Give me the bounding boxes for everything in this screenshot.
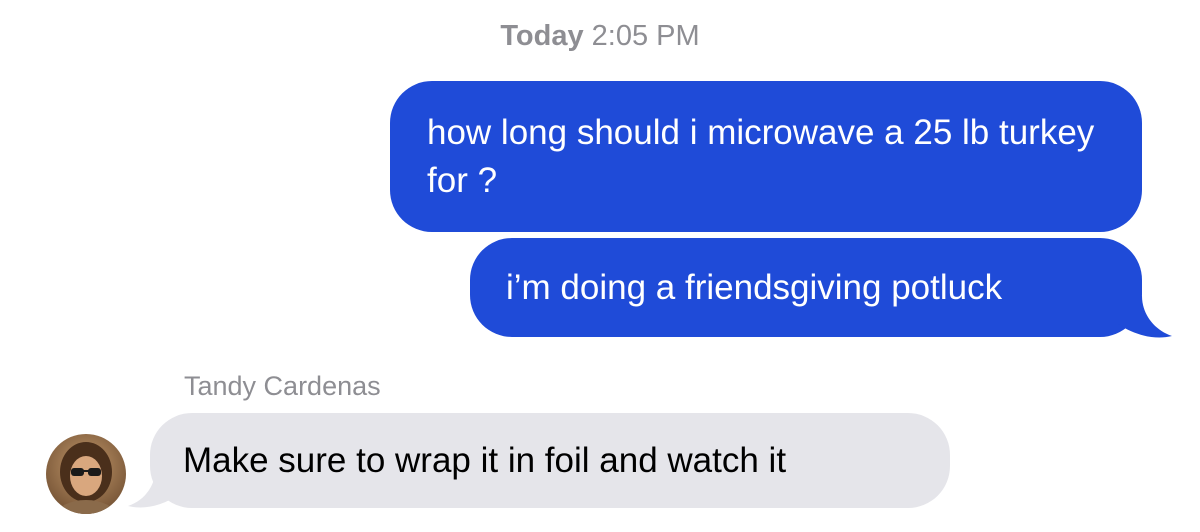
timestamp-time: 2:05 PM [591,20,700,52]
outgoing-message-text: i’m doing a friendsgiving potluck [506,268,1003,307]
conversation-timestamp: Today 2:05 PM [0,18,1200,54]
outgoing-message-text: how long should i microwave a 25 lb turk… [427,113,1095,200]
timestamp-day: Today [500,20,584,52]
sender-name: Tandy Cardenas [184,371,381,401]
incoming-bubble-tail [128,466,180,508]
incoming-message-text: Make sure to wrap it in foil and watch i… [183,441,787,480]
outgoing-message-bubble[interactable]: how long should i microwave a 25 lb turk… [390,81,1142,232]
outgoing-message-bubble[interactable]: i’m doing a friendsgiving potluck [470,238,1142,337]
avatar[interactable] [46,434,126,514]
outgoing-bubble-tail [1118,296,1172,338]
incoming-message-bubble[interactable]: Make sure to wrap it in foil and watch i… [150,413,950,508]
